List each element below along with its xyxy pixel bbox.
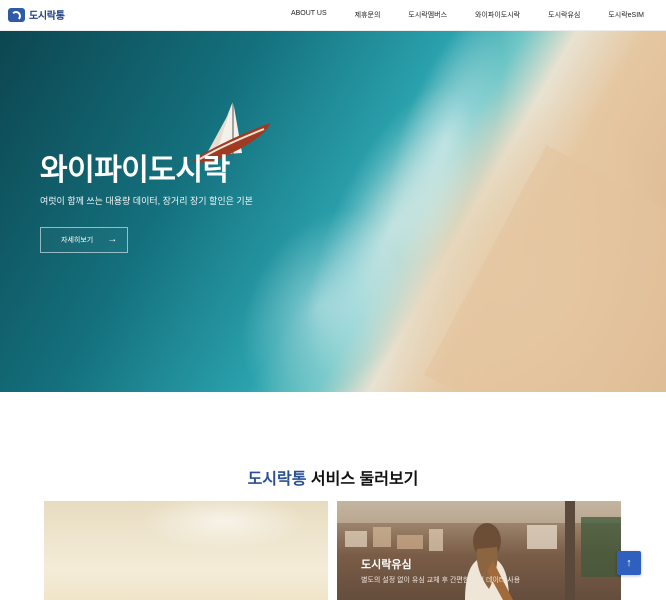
logo-icon: [8, 7, 25, 22]
logo-text: 도시락통: [29, 11, 65, 22]
main-nav: ABOUT US 제휴문의 도시락멤버스 와이파이도시락 도시락유심 도시락eS…: [291, 10, 644, 20]
nav-item-esim[interactable]: 도시락eSIM: [608, 10, 644, 20]
service-card-desc: 별도의 설정 없이 유심 교체 후 간편한 해외 데이터 사용: [361, 577, 521, 584]
scroll-top-button[interactable]: ↑: [617, 551, 641, 575]
hero-subtitle: 여럿이 함께 쓰는 대용량 데이터, 장거리 장기 할인은 기본: [40, 196, 253, 206]
service-card-usim[interactable]: 도시락유심 별도의 설정 없이 유심 교체 후 간편한 해외 데이터 사용: [337, 501, 621, 600]
nav-item-about-us[interactable]: ABOUT US: [291, 10, 327, 20]
section-title: 도시락통 서비스 둘러보기: [0, 465, 666, 489]
arrow-right-icon: →: [107, 234, 118, 245]
service-card-title: 도시락유심: [361, 559, 412, 571]
logo[interactable]: 도시락통: [8, 7, 65, 22]
city-photo: [337, 501, 621, 600]
hero-title: 와이파이도시락: [40, 154, 230, 187]
arrow-up-icon: ↑: [626, 557, 632, 569]
section-title-rest: 서비스 둘러보기: [306, 471, 419, 488]
details-button-label: 자세히보기: [61, 237, 94, 244]
nav-item-members[interactable]: 도시락멤버스: [408, 10, 447, 20]
section-title-accent: 도시락통: [247, 471, 307, 488]
details-button[interactable]: 자세히보기 →: [40, 227, 128, 253]
nav-item-wifi-dosirak[interactable]: 와이파이도시락: [475, 10, 520, 20]
nav-item-partnership[interactable]: 제휴문의: [355, 10, 381, 20]
hero-banner: 와이파이도시락 여럿이 함께 쓰는 대용량 데이터, 장거리 장기 할인은 기본…: [0, 31, 666, 392]
site-header: 도시락통 ABOUT US 제휴문의 도시락멤버스 와이파이도시락 도시락유심 …: [0, 0, 666, 31]
nav-item-usim[interactable]: 도시락유심: [548, 10, 580, 20]
service-card[interactable]: [44, 501, 328, 600]
